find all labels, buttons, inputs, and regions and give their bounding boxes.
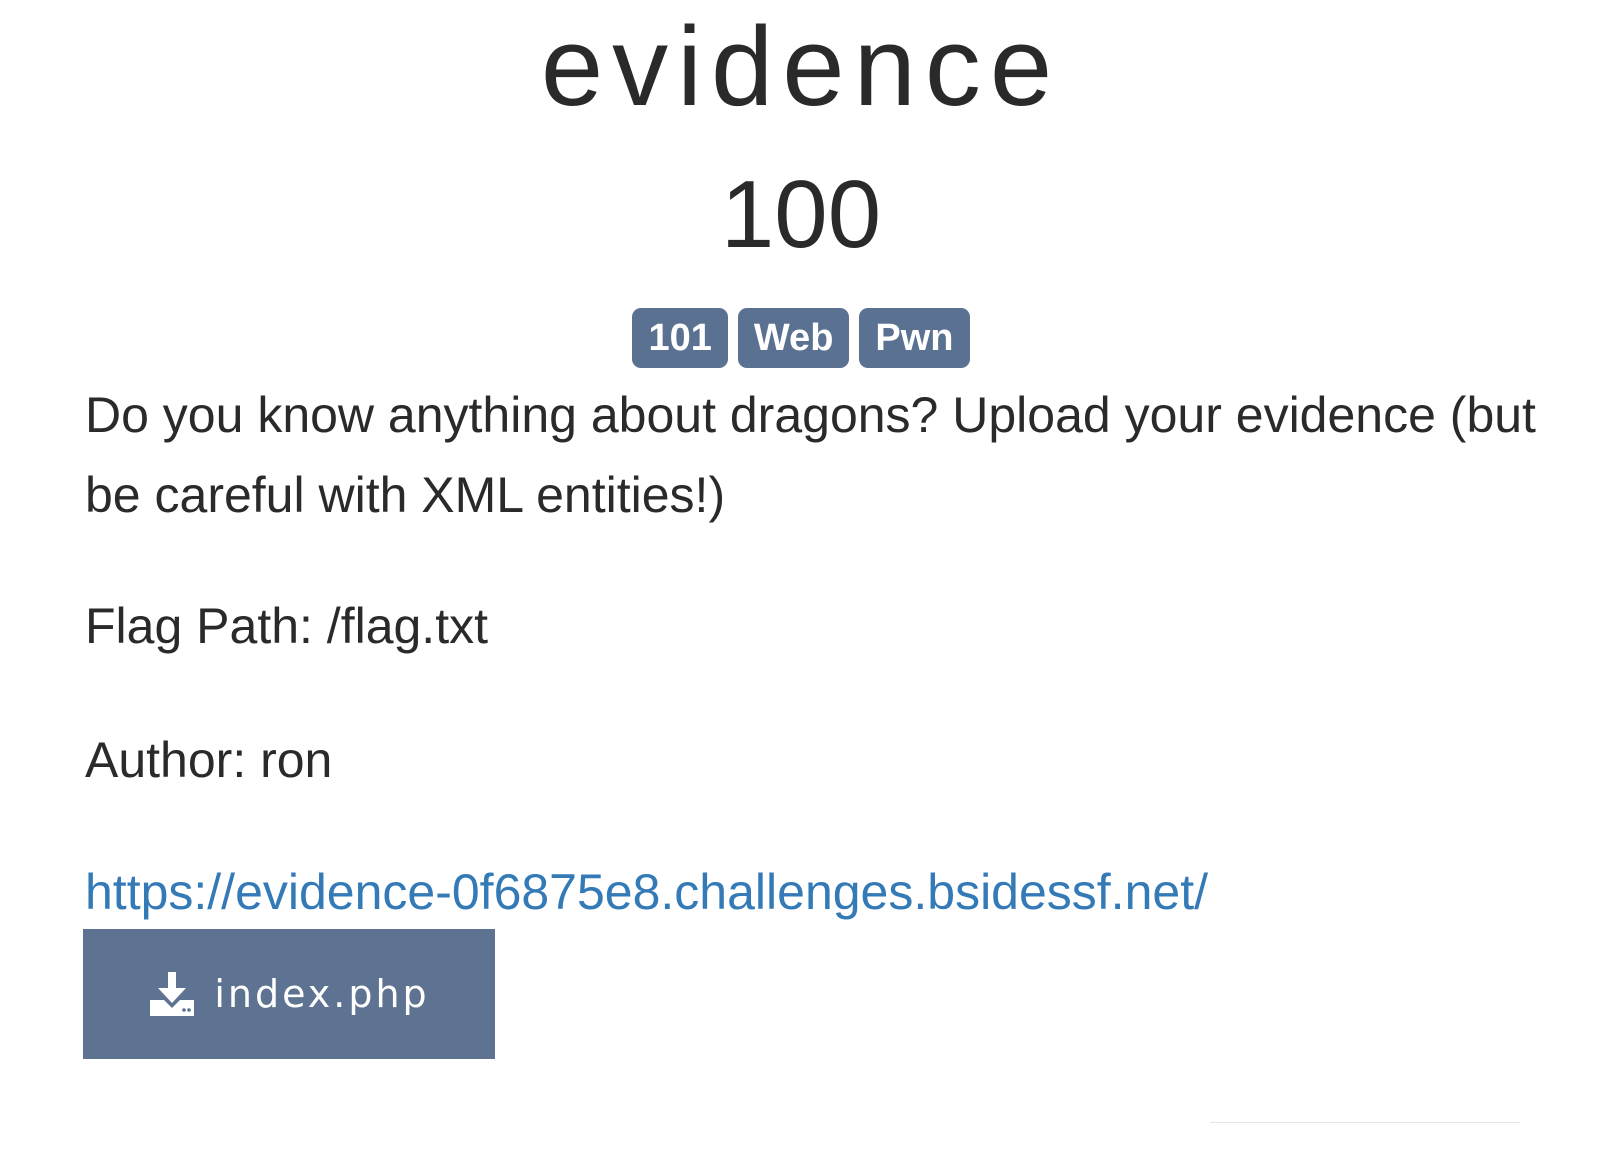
challenge-title: evidence <box>540 4 1062 129</box>
flag-path: Flag Path: /flag.txt <box>85 598 488 654</box>
tag-list: 101 Web Pwn <box>0 308 1602 368</box>
challenge-description: Do you know anything about dragons? Uplo… <box>85 387 1536 523</box>
challenge-points: 100 <box>720 161 882 268</box>
challenge-author: Author: ron <box>85 732 333 788</box>
tag-badge: 101 <box>632 308 728 368</box>
challenge-page: evidence 100 101 Web Pwn Do you know any… <box>0 0 1602 1149</box>
download-file-label: index.php <box>214 972 430 1016</box>
download-file-button[interactable]: index.php <box>83 929 495 1059</box>
download-icon <box>150 972 195 1016</box>
divider <box>1210 1122 1520 1123</box>
tag-badge: Web <box>737 308 850 368</box>
tag-badge: Pwn <box>859 308 970 368</box>
challenge-url-link[interactable]: https://evidence-0f6875e8.challenges.bsi… <box>85 852 1208 932</box>
